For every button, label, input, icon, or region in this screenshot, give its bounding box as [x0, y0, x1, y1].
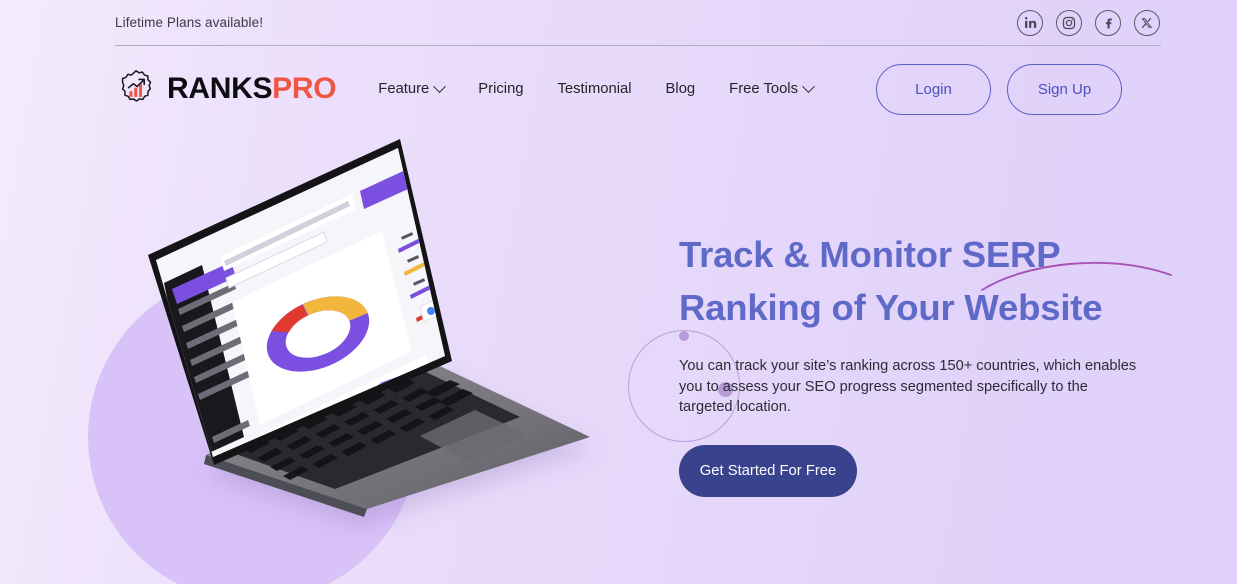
x-icon[interactable] [1134, 9, 1160, 36]
gear-bar-chart-icon [115, 68, 157, 110]
hero-section: Track & Monitor SERP Ranking of Your Web… [0, 132, 1237, 584]
auth-buttons: Login Sign Up [876, 63, 1122, 115]
nav-item-blog[interactable]: Blog [666, 81, 696, 97]
chevron-down-icon [433, 79, 447, 93]
facebook-icon[interactable] [1095, 9, 1121, 36]
laptop-dashboard-mockup [120, 137, 620, 537]
chevron-down-icon [802, 79, 815, 93]
nav-item-free-tools-label: Free Tools [729, 81, 798, 97]
underline-curve-decoration [979, 246, 1174, 298]
instagram-icon[interactable] [1056, 9, 1082, 36]
hero-copy: Track & Monitor SERP Ranking of Your Web… [679, 228, 1172, 497]
nav-item-testimonial-label: Testimonial [557, 81, 632, 97]
nav-item-pricing-label: Pricing [478, 81, 524, 97]
get-started-button[interactable]: Get Started For Free [679, 444, 857, 497]
nav-item-feature-label: Feature [378, 81, 430, 97]
signup-button[interactable]: Sign Up [1007, 63, 1122, 115]
login-button[interactable]: Login [876, 63, 991, 115]
nav-item-testimonial[interactable]: Testimonial [558, 81, 632, 97]
nav-item-blog-label: Blog [665, 81, 696, 97]
brand-name-accent: PRO [272, 72, 337, 105]
announcement-text: Lifetime Plans available! [115, 15, 264, 30]
main-navbar: RANKSPRO Feature Pricing Testimonial Blo… [0, 46, 1237, 132]
nav-item-free-tools[interactable]: Free Tools [729, 79, 815, 97]
linkedin-icon[interactable] [1017, 9, 1043, 36]
announcement-bar: Lifetime Plans available! [0, 0, 1237, 45]
nav-item-feature[interactable]: Feature [378, 79, 447, 97]
brand-logo[interactable]: RANKSPRO [115, 68, 337, 110]
page-title: Track & Monitor SERP Ranking of Your Web… [679, 228, 1172, 334]
brand-name-primary: RANKS [167, 72, 273, 105]
nav-menu: Feature Pricing Testimonial Blog Free To… [378, 79, 815, 97]
social-links [1017, 9, 1160, 36]
hero-description: You can track your site’s ranking across… [679, 358, 1137, 416]
nav-item-pricing[interactable]: Pricing [478, 81, 523, 97]
brand-name: RANKSPRO [167, 72, 337, 105]
